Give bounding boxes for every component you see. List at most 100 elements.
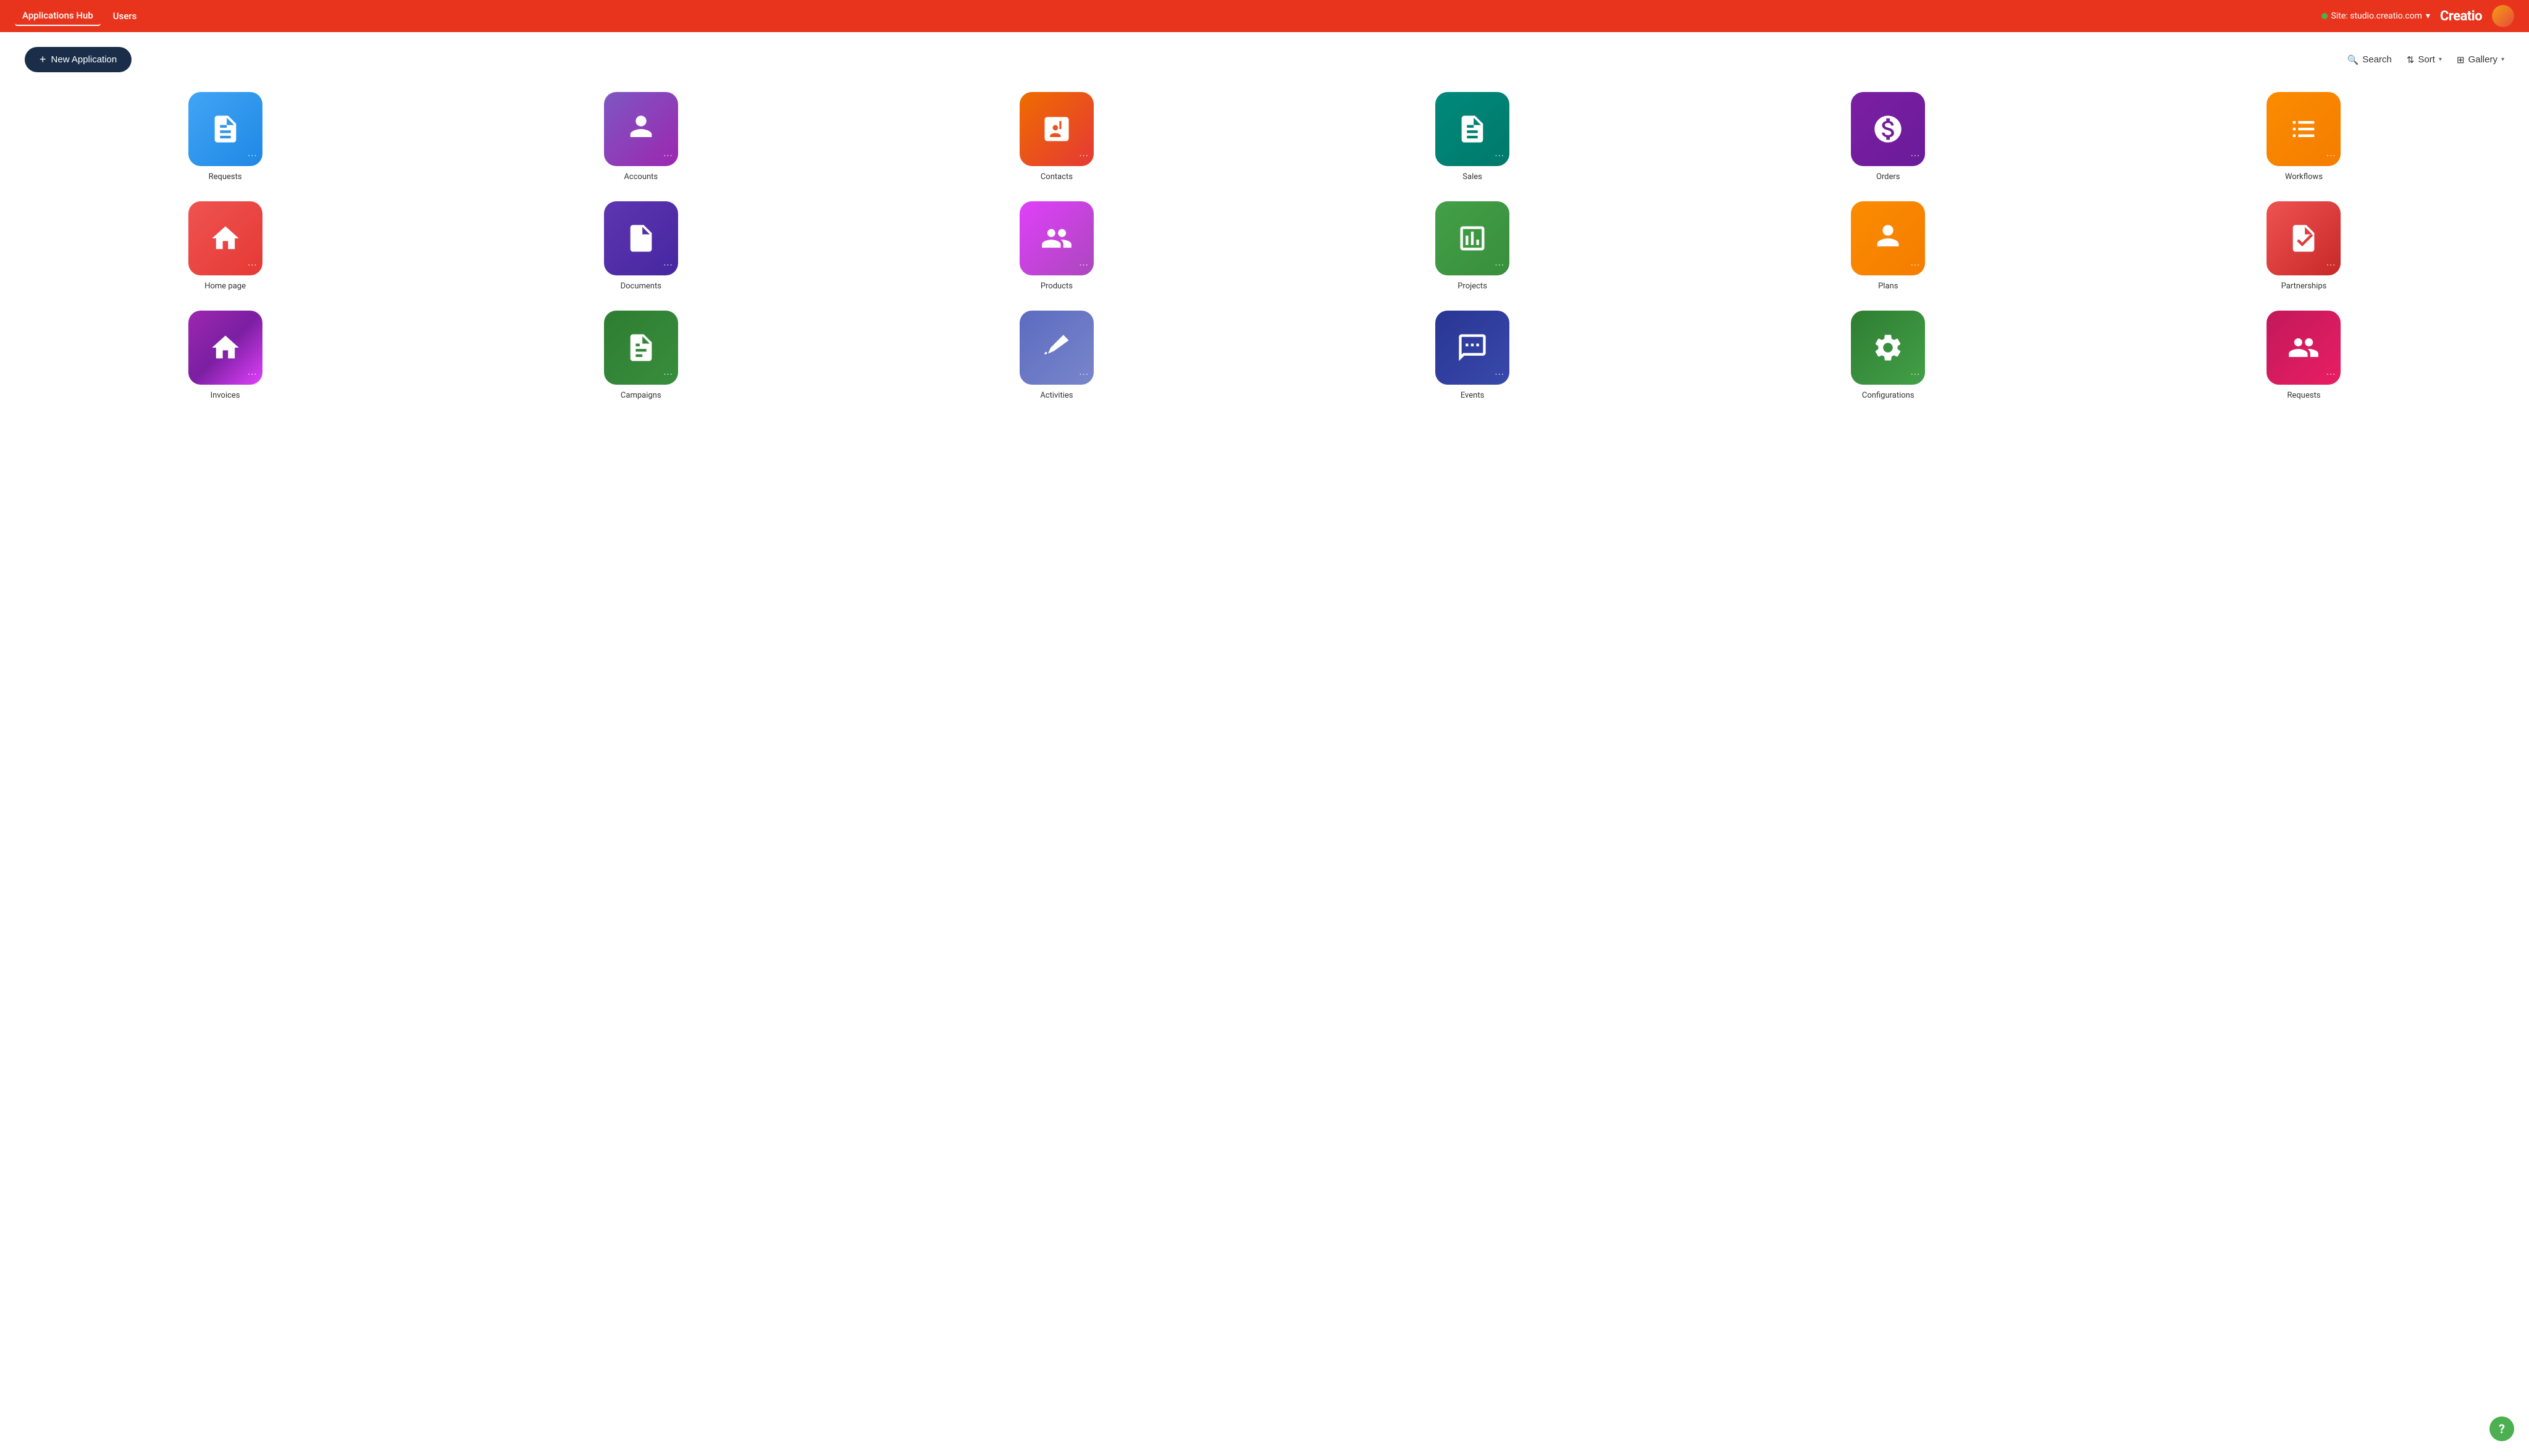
three-dots-homepage[interactable]: ··· — [248, 261, 258, 270]
avatar-image — [2492, 5, 2514, 27]
app-item-invoices[interactable]: ··· Invoices — [25, 311, 426, 400]
app-icon-orders: ··· — [1851, 92, 1925, 166]
gallery-button[interactable]: ⊞ Gallery ▾ — [2457, 54, 2504, 65]
sort-label: Sort — [2418, 54, 2435, 65]
app-item-events[interactable]: ··· Events — [1272, 311, 1673, 400]
app-item-orders[interactable]: ··· Orders — [1688, 92, 2089, 182]
status-indicator — [2321, 13, 2328, 19]
three-dots-configurations[interactable]: ··· — [1911, 370, 1921, 380]
app-icon-homepage: ··· — [188, 201, 262, 275]
app-icon-requests2: ··· — [2267, 311, 2341, 385]
three-dots-accounts[interactable]: ··· — [663, 151, 673, 161]
app-label-projects: Projects — [1457, 282, 1487, 291]
app-icon-activities: ··· — [1020, 311, 1094, 385]
app-label-invoices: Invoices — [211, 391, 240, 400]
app-label-accounts: Accounts — [624, 172, 658, 182]
three-dots-partnerships[interactable]: ··· — [2326, 261, 2336, 270]
app-item-workflows[interactable]: ··· Workflows — [2103, 92, 2504, 182]
app-item-requests2[interactable]: ··· Requests — [2103, 311, 2504, 400]
app-label-homepage: Home page — [204, 282, 246, 291]
sort-icon: ⇅ — [2407, 54, 2415, 65]
search-icon: 🔍 — [2347, 54, 2359, 65]
three-dots-requests[interactable]: ··· — [248, 151, 258, 161]
help-button[interactable]: ? — [2489, 1416, 2514, 1441]
app-item-documents[interactable]: ··· Documents — [440, 201, 841, 291]
search-button[interactable]: 🔍 Search — [2347, 54, 2392, 65]
app-label-configurations: Configurations — [1862, 391, 1915, 400]
app-icon-accounts: ··· — [604, 92, 678, 166]
app-icon-products: ··· — [1020, 201, 1094, 275]
app-item-accounts[interactable]: ··· Accounts — [440, 92, 841, 182]
app-item-projects[interactable]: ··· Projects — [1272, 201, 1673, 291]
app-label-workflows: Workflows — [2285, 172, 2323, 182]
app-label-requests2: Requests — [2287, 391, 2320, 400]
nav-right: Site: studio.creatio.com ▾ Creatio — [2321, 5, 2514, 27]
app-label-events: Events — [1461, 391, 1484, 400]
app-icon-events: ··· — [1435, 311, 1509, 385]
three-dots-sales[interactable]: ··· — [1495, 151, 1505, 161]
app-icon-documents: ··· — [604, 201, 678, 275]
new-application-label: New Application — [51, 54, 117, 65]
new-application-button[interactable]: + New Application — [25, 47, 132, 72]
app-icon-partnerships: ··· — [2267, 201, 2341, 275]
app-item-contacts[interactable]: ··· Contacts — [856, 92, 1257, 182]
three-dots-products[interactable]: ··· — [1079, 261, 1089, 270]
app-icon-invoices: ··· — [188, 311, 262, 385]
three-dots-plans[interactable]: ··· — [1911, 261, 1921, 270]
three-dots-events[interactable]: ··· — [1495, 370, 1505, 380]
app-label-sales: Sales — [1462, 172, 1482, 182]
gallery-label: Gallery — [2468, 54, 2498, 65]
three-dots-requests2[interactable]: ··· — [2326, 370, 2336, 380]
app-item-configurations[interactable]: ··· Configurations — [1688, 311, 2089, 400]
app-label-campaigns: Campaigns — [621, 391, 661, 400]
app-item-homepage[interactable]: ··· Home page — [25, 201, 426, 291]
three-dots-campaigns[interactable]: ··· — [663, 370, 673, 380]
app-label-partnerships: Partnerships — [2281, 282, 2327, 291]
nav-item-users[interactable]: Users — [106, 7, 145, 25]
app-icon-requests: ··· — [188, 92, 262, 166]
app-icon-campaigns: ··· — [604, 311, 678, 385]
app-item-sales[interactable]: ··· Sales — [1272, 92, 1673, 182]
app-item-plans[interactable]: ··· Plans — [1688, 201, 2089, 291]
nav-item-applications-hub[interactable]: Applications Hub — [15, 6, 101, 26]
top-navigation: Applications Hub Users Site: studio.crea… — [0, 0, 2529, 32]
plus-icon: + — [40, 53, 46, 66]
site-info: Site: studio.creatio.com ▾ — [2321, 11, 2430, 21]
three-dots-activities[interactable]: ··· — [1079, 370, 1089, 380]
app-icon-configurations: ··· — [1851, 311, 1925, 385]
toolbar: + New Application 🔍 Search ⇅ Sort ▾ ⊞ Ga… — [25, 47, 2504, 72]
gallery-icon: ⊞ — [2457, 54, 2465, 65]
app-label-documents: Documents — [621, 282, 661, 291]
sort-chevron-icon: ▾ — [2439, 56, 2442, 63]
app-label-orders: Orders — [1876, 172, 1900, 182]
app-label-products: Products — [1041, 282, 1073, 291]
creatio-logo: Creatio — [2440, 9, 2482, 24]
three-dots-orders[interactable]: ··· — [1911, 151, 1921, 161]
app-item-campaigns[interactable]: ··· Campaigns — [440, 311, 841, 400]
app-icon-plans: ··· — [1851, 201, 1925, 275]
app-label-requests: Requests — [209, 172, 242, 182]
search-label: Search — [2362, 54, 2392, 65]
toolbar-right: 🔍 Search ⇅ Sort ▾ ⊞ Gallery ▾ — [2347, 54, 2504, 65]
site-label: Site: studio.creatio.com — [2331, 11, 2422, 21]
app-item-activities[interactable]: ··· Activities — [856, 311, 1257, 400]
three-dots-projects[interactable]: ··· — [1495, 261, 1505, 270]
three-dots-contacts[interactable]: ··· — [1079, 151, 1089, 161]
sort-button[interactable]: ⇅ Sort ▾ — [2407, 54, 2442, 65]
app-label-contacts: Contacts — [1041, 172, 1073, 182]
three-dots-workflows[interactable]: ··· — [2326, 151, 2336, 161]
app-label-plans: Plans — [1878, 282, 1898, 291]
three-dots-documents[interactable]: ··· — [663, 261, 673, 270]
app-item-products[interactable]: ··· Products — [856, 201, 1257, 291]
app-icon-projects: ··· — [1435, 201, 1509, 275]
applications-grid: ··· Requests ··· Accounts ··· Contacts ·… — [25, 92, 2504, 400]
site-dropdown-icon[interactable]: ▾ — [2426, 11, 2430, 21]
app-item-requests[interactable]: ··· Requests — [25, 92, 426, 182]
app-item-partnerships[interactable]: ··· Partnerships — [2103, 201, 2504, 291]
gallery-chevron-icon: ▾ — [2501, 56, 2504, 63]
three-dots-invoices[interactable]: ··· — [248, 370, 258, 380]
main-content: + New Application 🔍 Search ⇅ Sort ▾ ⊞ Ga… — [0, 32, 2529, 1456]
avatar[interactable] — [2492, 5, 2514, 27]
app-icon-sales: ··· — [1435, 92, 1509, 166]
app-label-activities: Activities — [1040, 391, 1073, 400]
